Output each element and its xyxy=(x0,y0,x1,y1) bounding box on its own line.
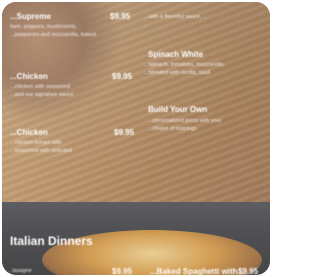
menu-photo-card[interactable]: ...Supreme $9.95 ham, peppers, mushrooms… xyxy=(2,2,270,275)
frosted-overlay xyxy=(2,2,270,275)
